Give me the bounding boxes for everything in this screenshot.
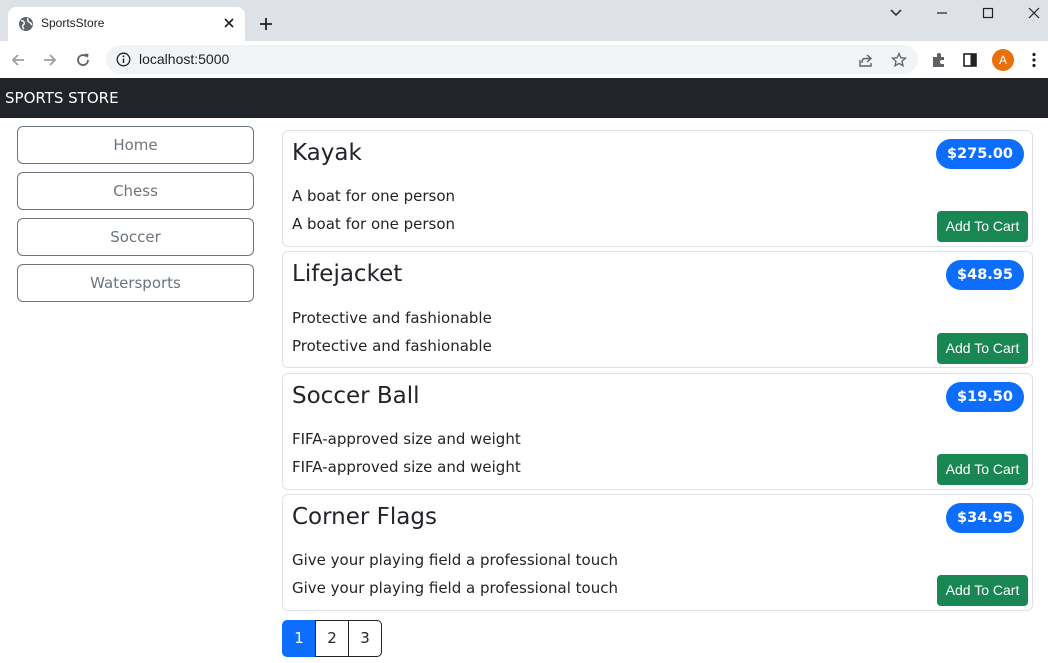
site-info-icon[interactable]	[116, 52, 131, 67]
browser-tabstrip: SportsStore	[0, 0, 1048, 41]
product-description: FIFA-approved size and weight	[292, 430, 521, 448]
product-description-repeat: Protective and fashionable	[292, 337, 492, 355]
page-1-button[interactable]: 1	[282, 620, 316, 657]
tab-search-icon[interactable]	[886, 5, 906, 21]
url-text: localhost:5000	[139, 51, 230, 67]
add-to-cart-button[interactable]: Add To Cart	[937, 575, 1028, 606]
product-description: A boat for one person	[292, 187, 456, 205]
address-bar[interactable]: localhost:5000	[106, 45, 918, 74]
menu-kebab-icon[interactable]	[1031, 52, 1037, 68]
back-icon[interactable]	[9, 51, 27, 69]
close-tab-icon[interactable]	[221, 15, 237, 31]
category-watersports-button[interactable]: Watersports	[17, 264, 254, 302]
add-to-cart-button[interactable]: Add To Cart	[937, 211, 1028, 242]
product-name: Soccer Ball	[292, 383, 420, 409]
extensions-icon[interactable]	[930, 51, 948, 69]
product-name: Lifejacket	[292, 261, 403, 287]
price-badge: $19.50	[946, 382, 1024, 412]
product-description: Give your playing field a professional t…	[292, 551, 618, 569]
browser-tab[interactable]: SportsStore	[8, 7, 245, 41]
brand-title: SPORTS STORE	[5, 89, 119, 107]
maximize-icon[interactable]	[978, 5, 998, 21]
product-description: Protective and fashionable	[292, 309, 492, 327]
product-name: Kayak	[292, 140, 362, 166]
browser-toolbar: localhost:5000 A	[0, 41, 1048, 78]
product-card: Corner Flags $34.95 Give your playing fi…	[282, 494, 1033, 611]
share-icon[interactable]	[858, 52, 874, 68]
bookmark-star-icon[interactable]	[891, 52, 907, 68]
top-navbar: SPORTS STORE	[0, 78, 1048, 118]
product-card: Kayak $275.00 A boat for one person A bo…	[282, 130, 1033, 247]
product-name: Corner Flags	[292, 504, 437, 530]
add-to-cart-button[interactable]: Add To Cart	[937, 333, 1028, 364]
pagination: 1 2 3	[282, 620, 382, 657]
product-card: Lifejacket $48.95 Protective and fashion…	[282, 251, 1033, 368]
close-window-icon[interactable]	[1024, 5, 1044, 21]
minimize-icon[interactable]	[932, 5, 952, 21]
new-tab-icon[interactable]	[257, 15, 275, 33]
side-panel-icon[interactable]	[961, 51, 979, 69]
globe-icon	[19, 17, 33, 31]
category-soccer-button[interactable]: Soccer	[17, 218, 254, 256]
page-3-button[interactable]: 3	[348, 620, 382, 657]
price-badge: $34.95	[946, 503, 1024, 533]
product-card: Soccer Ball $19.50 FIFA-approved size an…	[282, 373, 1033, 490]
profile-avatar[interactable]: A	[992, 49, 1014, 71]
price-badge: $275.00	[935, 139, 1024, 169]
forward-icon[interactable]	[41, 51, 59, 69]
tab-title: SportsStore	[41, 16, 105, 30]
category-chess-button[interactable]: Chess	[17, 172, 254, 210]
product-description-repeat: FIFA-approved size and weight	[292, 458, 521, 476]
price-badge: $48.95	[946, 260, 1024, 290]
category-home-button[interactable]: Home	[17, 126, 254, 164]
product-description-repeat: Give your playing field a professional t…	[292, 579, 618, 597]
product-description-repeat: A boat for one person	[292, 215, 456, 233]
add-to-cart-button[interactable]: Add To Cart	[937, 454, 1028, 485]
page-2-button[interactable]: 2	[315, 620, 349, 657]
reload-icon[interactable]	[74, 51, 92, 69]
